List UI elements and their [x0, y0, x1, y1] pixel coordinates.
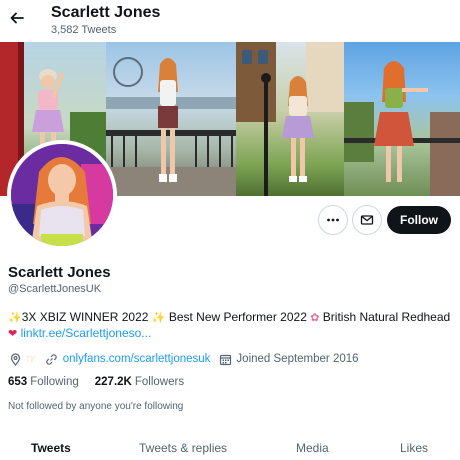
bio-link[interactable]: linktr.ee/Scarlettjoneso...	[21, 326, 152, 340]
followers-label[interactable]: Followers	[135, 376, 184, 388]
message-button[interactable]	[352, 205, 382, 235]
header-tweet-count: 3,582 Tweets	[51, 24, 117, 36]
location-item: ☞	[8, 352, 37, 366]
heart-icon: ❤	[8, 328, 18, 340]
pointing-hand-icon: ☞	[26, 352, 37, 366]
following-label[interactable]: Following	[30, 376, 79, 388]
website-link[interactable]: onlyfans.com/scarlettjonesuk	[63, 353, 211, 365]
profile-meta: ☞ onlyfans.com/scarlettjonesuk Joined Se…	[8, 351, 367, 367]
not-followed-note: Not followed by anyone you're following	[8, 401, 184, 412]
mail-icon	[360, 215, 374, 225]
profile-name: Scarlett Jones	[8, 264, 111, 281]
joined-item: Joined September 2016	[218, 352, 359, 366]
bio-redhead-text: British Natural Redhead	[322, 310, 451, 324]
header-title: Scarlett Jones	[51, 4, 161, 21]
sparkles-icon: ✨	[8, 312, 22, 324]
tab-tweets-replies[interactable]: Tweets & replies	[139, 441, 227, 455]
flower-icon: ✿	[310, 312, 320, 324]
tab-likes[interactable]: Likes	[400, 441, 428, 455]
arrow-left-icon	[10, 12, 24, 24]
sparkles-icon: ✨	[151, 312, 166, 324]
profile-bio: ✨3X XBIZ WINNER 2022 ✨ Best New Performe…	[8, 310, 456, 342]
bio-performer-text: Best New Performer 2022	[168, 310, 307, 324]
follow-button[interactable]: Follow	[387, 206, 451, 234]
follow-stats: 653 Following 227.2K Followers	[8, 376, 200, 388]
bio-award-text: 3X XBIZ WINNER 2022	[21, 310, 149, 324]
profile-handle: @ScarlettJonesUK	[8, 283, 102, 295]
profile-tabs: Tweets Tweets & replies Media Likes	[0, 432, 460, 460]
link-icon	[45, 352, 59, 366]
back-button[interactable]	[6, 7, 28, 29]
calendar-icon	[218, 352, 232, 366]
tab-tweets[interactable]: Tweets	[31, 441, 71, 455]
top-bar: Scarlett Jones 3,582 Tweets	[0, 0, 460, 42]
more-horizontal-icon	[327, 218, 339, 222]
banner-photo-4	[344, 42, 460, 196]
followers-count[interactable]: 227.2K	[95, 376, 132, 388]
avatar[interactable]	[7, 140, 117, 250]
banner-photo-2	[106, 42, 236, 196]
website-item[interactable]: onlyfans.com/scarlettjonesuk	[45, 352, 211, 366]
tab-media[interactable]: Media	[296, 441, 329, 455]
location-pin-icon	[8, 352, 22, 366]
banner-photo-3	[236, 42, 344, 196]
more-options-button[interactable]	[318, 205, 348, 235]
following-count[interactable]: 653	[8, 376, 27, 388]
joined-date: Joined September 2016	[236, 353, 359, 365]
